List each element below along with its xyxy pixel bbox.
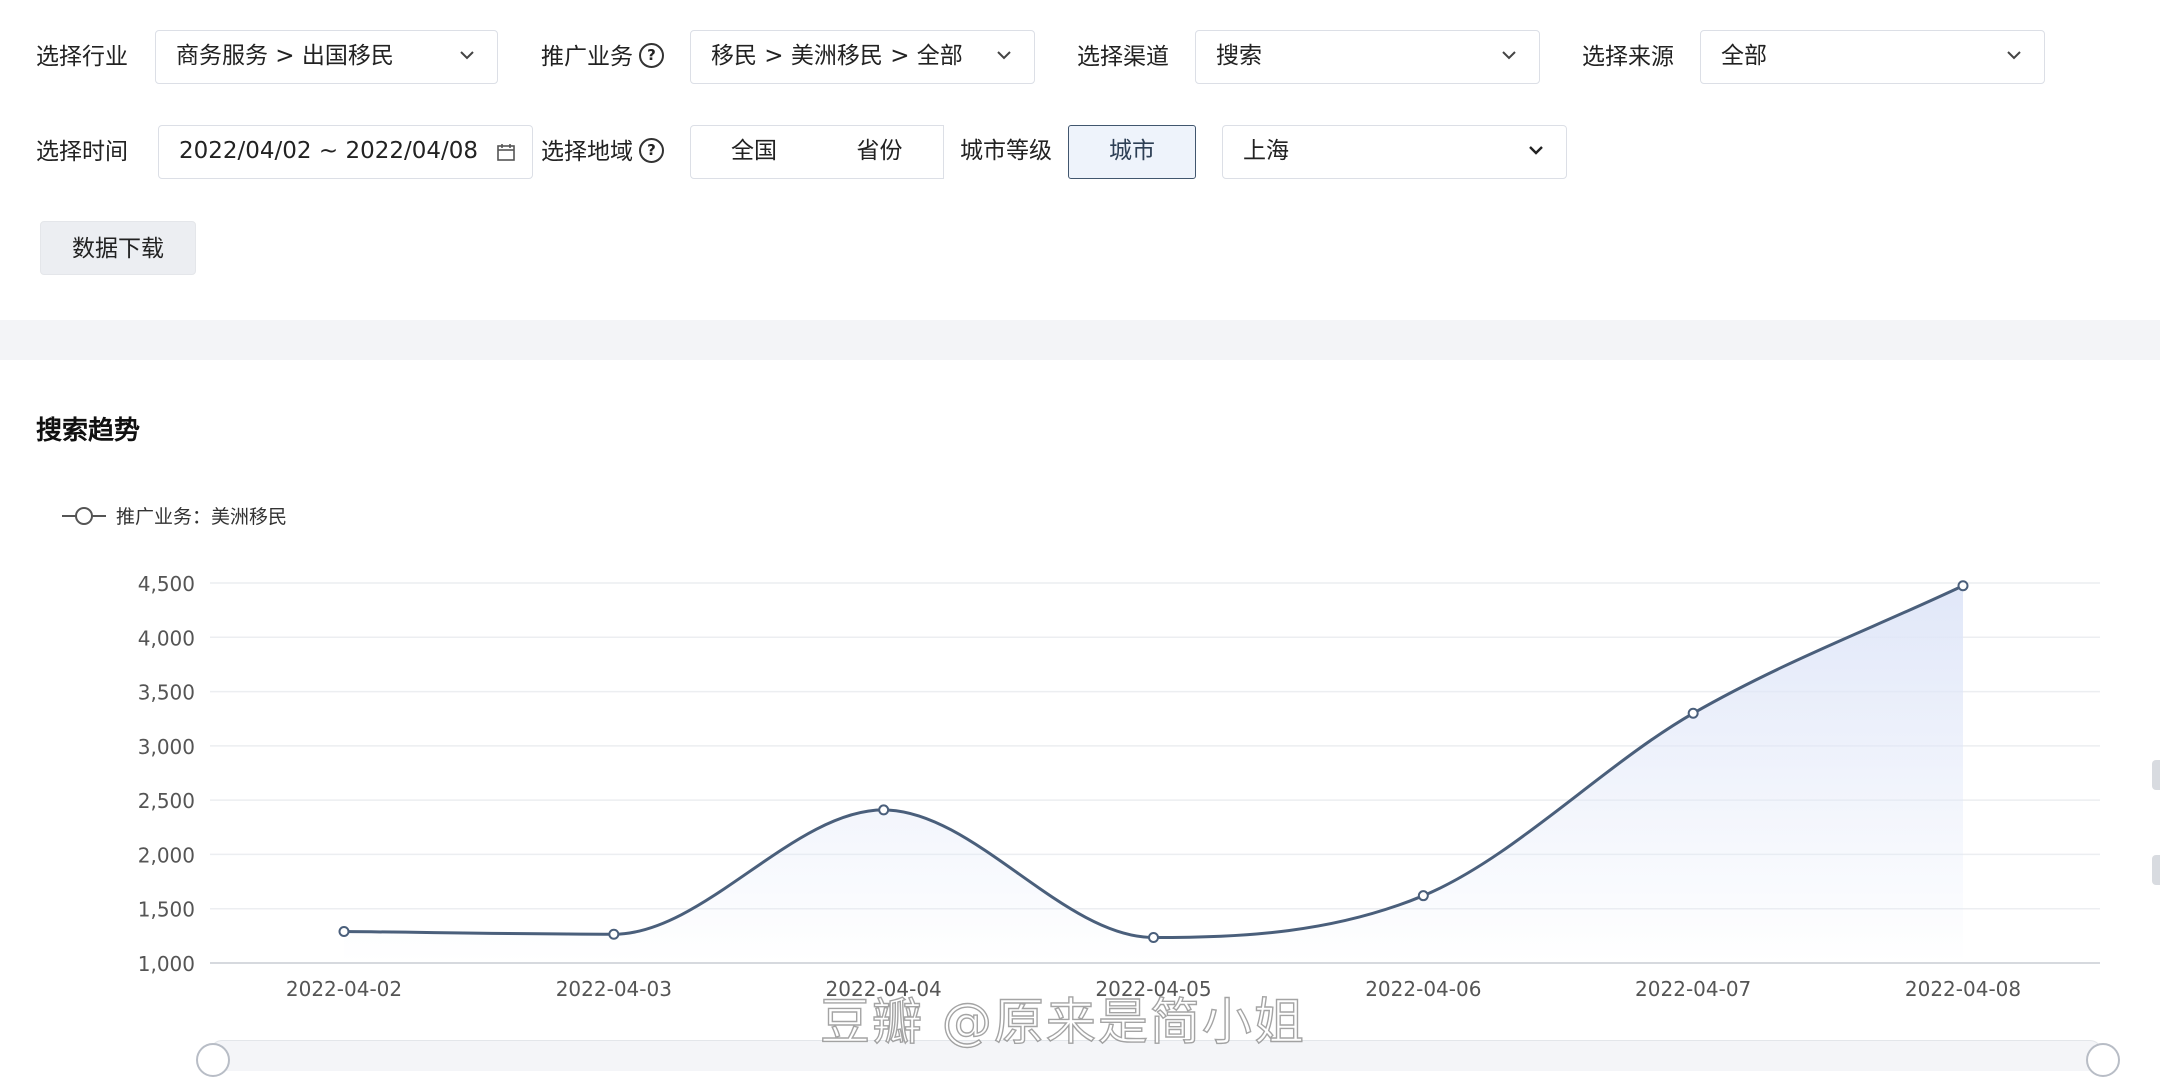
date-range-input[interactable]: 2022/04/02 ~ 2022/04/08: [158, 125, 533, 179]
y-tick-label: 3,000: [138, 735, 195, 759]
data-point: [1148, 931, 1159, 943]
y-tick-label: 2,500: [138, 789, 195, 813]
city-value: 上海: [1243, 138, 1289, 164]
filter-panel: 选择行业 商务服务 > 出国移民 推广业务? 移民 > 美洲移民 > 全部 选择…: [0, 0, 2160, 320]
y-tick-label: 4,000: [138, 626, 195, 650]
region-label: 选择地域?: [541, 135, 664, 169]
channel-select[interactable]: 搜索: [1195, 30, 1540, 84]
zoom-handle-right[interactable]: [2086, 1043, 2120, 1077]
source-select[interactable]: 全部: [1700, 30, 2045, 84]
data-point: [1687, 707, 1699, 719]
industry-label: 选择行业: [36, 44, 128, 70]
channel-value: 搜索: [1216, 43, 1262, 69]
channel-label: 选择渠道: [1077, 44, 1169, 70]
x-tick-label: 2022-04-06: [1365, 977, 1481, 1001]
legend-line-circle-icon: [62, 506, 106, 525]
side-scroll-handle[interactable]: [2152, 855, 2160, 885]
download-button[interactable]: 数据下载: [40, 221, 196, 275]
chevron-down-icon: [1502, 51, 1516, 60]
data-point: [1957, 580, 1969, 592]
data-point: [608, 928, 620, 940]
region-option-province[interactable]: 省份: [816, 125, 944, 179]
chart-legend[interactable]: 推广业务：美洲移民: [62, 500, 287, 534]
panel-title: 搜索趋势: [36, 416, 141, 446]
help-icon[interactable]: ?: [639, 43, 664, 68]
business-label: 推广业务?: [541, 40, 664, 74]
source-value: 全部: [1721, 43, 1767, 69]
business-value: 移民 > 美洲移民 > 全部: [711, 43, 963, 69]
chevron-down-icon: [2007, 51, 2021, 60]
help-icon[interactable]: ?: [639, 138, 664, 163]
trend-chart: 1,000 1,500 2,000 2,500 3,000 3,500 4,000 4,500…: [138, 572, 2100, 1001]
series-area: [344, 585, 1963, 963]
x-tick-label: 2022-04-03: [556, 977, 672, 1001]
x-tick-label: 2022-04-07: [1635, 977, 1751, 1001]
y-tick-label: 4,500: [138, 572, 195, 596]
time-label: 选择时间: [36, 139, 128, 165]
y-tick-label: 2,000: [138, 843, 195, 867]
watermark-text: 豆瓣 @原来是简小姐: [819, 992, 1306, 1051]
x-tick-label: 2022-04-08: [1905, 977, 2021, 1001]
data-point: [878, 804, 890, 816]
section-divider: [0, 320, 2160, 360]
business-select[interactable]: 移民 > 美洲移民 > 全部: [690, 30, 1035, 84]
source-label: 选择来源: [1582, 44, 1674, 70]
city-select[interactable]: 上海: [1222, 125, 1567, 179]
chevron-down-icon: [997, 51, 1011, 60]
industry-value: 商务服务 > 出国移民: [176, 43, 394, 69]
region-option-city-level[interactable]: 城市等级: [944, 125, 1068, 179]
calendar-icon: [497, 144, 515, 161]
data-point: [338, 926, 350, 938]
chevron-down-icon: [1529, 146, 1543, 155]
data-point: [1417, 890, 1429, 902]
industry-select[interactable]: 商务服务 > 出国移民: [155, 30, 498, 84]
date-range-value: 2022/04/02 ~ 2022/04/08: [179, 138, 479, 164]
x-tick-label: 2022-04-02: [286, 977, 402, 1001]
y-tick-label: 3,500: [138, 681, 195, 705]
chevron-down-icon: [460, 51, 474, 60]
zoom-handle-left[interactable]: [196, 1043, 230, 1077]
side-scroll-handle[interactable]: [2152, 760, 2160, 790]
y-tick-label: 1,000: [138, 952, 195, 976]
y-tick-label: 1,500: [138, 898, 195, 922]
legend-label: 推广业务：美洲移民: [116, 506, 288, 528]
region-option-city[interactable]: 城市: [1068, 125, 1196, 179]
region-option-national[interactable]: 全国: [690, 125, 818, 179]
